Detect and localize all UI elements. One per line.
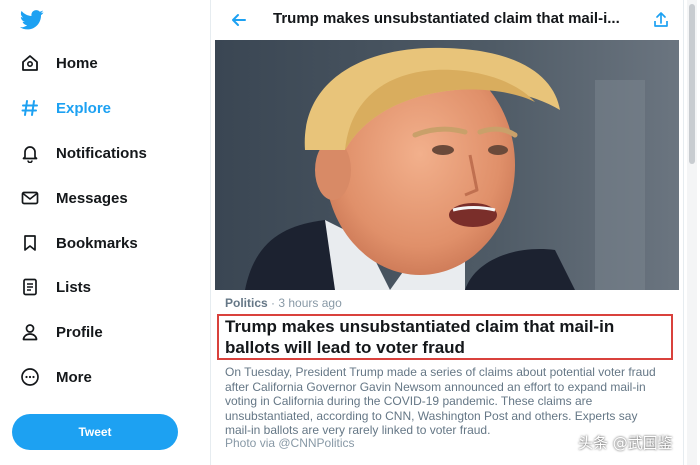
meta-separator: · [267,296,279,310]
scrollbar[interactable] [687,0,697,465]
sidebar-item-label: More [56,368,92,386]
article-timestamp: 3 hours ago [278,296,342,310]
sidebar-item-label: Explore [56,99,112,117]
sidebar-item-bookmarks[interactable]: Bookmarks [20,228,138,258]
hashtag-icon [20,98,40,118]
sidebar-item-profile[interactable]: Profile [20,317,103,347]
sidebar-item-notifications[interactable]: Notifications [20,138,147,168]
more-circle-icon [20,367,40,387]
scrollbar-thumb[interactable] [689,4,695,164]
sidebar-item-more[interactable]: More [20,362,92,392]
sidebar-item-label: Bookmarks [56,234,138,252]
bookmark-icon [20,233,40,253]
sidebar-item-lists[interactable]: Lists [20,272,91,302]
sidebar: Home Explore Notifications Messages Book… [0,0,205,465]
article-header: Trump makes unsubstantiated claim that m… [211,0,683,40]
article-category[interactable]: Politics [225,296,268,310]
news-photo-illustration [215,40,679,290]
sidebar-item-label: Lists [56,278,92,296]
list-icon [20,277,40,297]
article-photo[interactable] [215,40,679,290]
sidebar-item-explore[interactable]: Explore [20,93,111,123]
sidebar-item-messages[interactable]: Messages [20,183,128,213]
sidebar-item-label: Notifications [56,144,147,162]
person-icon [20,322,40,342]
article-panel: Trump makes unsubstantiated claim that m… [210,0,684,465]
sidebar-item-label: Home [56,54,98,72]
sidebar-item-home[interactable]: Home [20,48,98,78]
tweet-button[interactable]: Tweet [12,414,178,450]
photo-credit[interactable]: Photo via @CNNPolitics [225,436,355,450]
bell-icon [20,143,40,163]
envelope-icon [20,188,40,208]
article-meta: Politics · 3 hours ago [225,296,342,310]
home-icon [20,53,40,73]
article-headline[interactable]: Trump makes unsubstantiated claim that m… [225,316,665,358]
article-description: On Tuesday, President Trump made a serie… [225,365,656,437]
sidebar-item-label: Profile [56,323,103,341]
page-title: Trump makes unsubstantiated claim that m… [273,10,620,27]
twitter-bird-icon[interactable] [19,10,44,30]
sidebar-item-label: Messages [56,189,128,207]
share-icon[interactable] [651,10,671,30]
watermark: 头条 @武国鉴 [578,434,673,452]
back-arrow-icon[interactable] [229,10,249,30]
